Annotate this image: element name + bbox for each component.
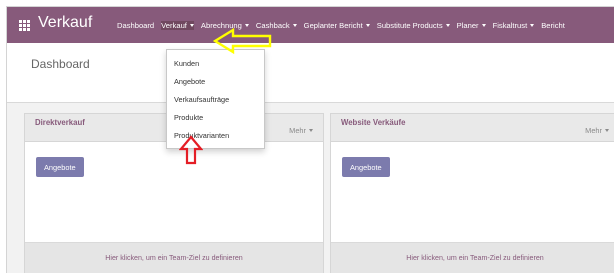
quotations-button[interactable]: Angebote [342, 157, 390, 177]
chevron-down-icon [292, 23, 297, 27]
chevron-down-icon [530, 23, 535, 27]
menu-fiskaltrust-label: Fiskaltrust [492, 20, 528, 30]
quotations-button[interactable]: Angebote [36, 157, 84, 177]
menu-geplanter-bericht[interactable]: Geplanter Bericht [304, 21, 370, 30]
team-card-website: Website Verkäufe Mehr Angebote Hier klic… [330, 113, 614, 273]
card-title[interactable]: Website Verkäufe [341, 118, 405, 127]
menu-verkauf-label: Verkauf [161, 20, 187, 30]
red-arrow-annotation [179, 135, 203, 165]
menu-bericht-label: Bericht [541, 20, 565, 30]
dropdown-item-angebote[interactable]: Angebote [174, 77, 205, 86]
yellow-arrow-annotation [213, 28, 272, 54]
set-target-link[interactable]: Hier klicken, um ein Team-Ziel zu defini… [406, 254, 543, 262]
menu-planer[interactable]: Planer [457, 21, 486, 30]
dropdown-item-verkaufsauftraege[interactable]: Verkaufsaufträge [174, 95, 229, 104]
apps-grid-icon[interactable] [19, 20, 30, 31]
card-header: Website Verkäufe Mehr [331, 114, 614, 142]
menu-planer-label: Planer [456, 20, 479, 30]
more-dropdown[interactable]: Mehr [289, 126, 313, 135]
verkauf-dropdown-menu: Kunden Angebote Verkaufsaufträge Produkt… [166, 49, 265, 149]
more-dropdown[interactable]: Mehr [585, 126, 609, 135]
set-target-link[interactable]: Hier klicken, um ein Team-Ziel zu defini… [105, 254, 242, 262]
chevron-down-icon [481, 23, 486, 27]
card-footer[interactable]: Hier klicken, um ein Team-Ziel zu defini… [25, 242, 323, 273]
page-title: Dashboard [31, 57, 90, 71]
chevron-down-icon [309, 129, 313, 132]
card-footer[interactable]: Hier klicken, um ein Team-Ziel zu defini… [331, 242, 614, 273]
control-panel: Dashboard [7, 43, 614, 103]
chevron-down-icon [445, 23, 450, 27]
dropdown-item-produkte[interactable]: Produkte [174, 113, 203, 122]
menu-substitute-products-label: Substitute Products [376, 20, 443, 30]
app-name: Verkauf [38, 14, 93, 31]
more-label: Mehr [289, 126, 306, 135]
dropdown-item-kunden[interactable]: Kunden [174, 59, 199, 68]
main-menu: Dashboard Verkauf Abrechnung Cashback Ge… [117, 7, 572, 43]
chevron-down-icon [189, 23, 194, 27]
top-navbar: Verkauf Dashboard Verkauf Abrechnung Cas… [7, 7, 614, 43]
menu-substitute-products[interactable]: Substitute Products [377, 21, 450, 30]
menu-bericht[interactable]: Bericht [541, 21, 565, 30]
menu-dashboard-label: Dashboard [117, 20, 155, 30]
chevron-down-icon [605, 129, 609, 132]
chevron-down-icon [365, 23, 370, 27]
app-frame: Verkauf Dashboard Verkauf Abrechnung Cas… [6, 6, 614, 273]
menu-fiskaltrust[interactable]: Fiskaltrust [493, 21, 535, 30]
chevron-down-icon [244, 23, 249, 27]
menu-geplanter-bericht-label: Geplanter Bericht [303, 20, 363, 30]
menu-dashboard[interactable]: Dashboard [117, 21, 154, 30]
menu-verkauf[interactable]: Verkauf [161, 20, 194, 30]
card-title[interactable]: Direktverkauf [35, 118, 85, 127]
more-label: Mehr [585, 126, 602, 135]
